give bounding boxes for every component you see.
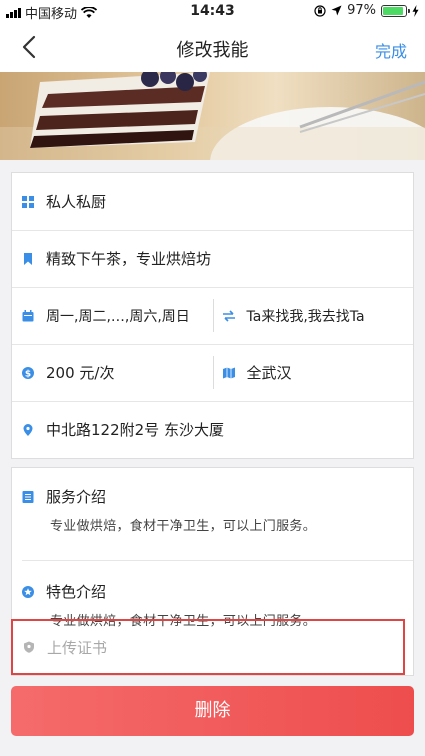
schedule-mode-row: 周一,周二,…,周六,周日 Ta来找我,我去找Ta	[12, 287, 413, 344]
category-text: 私人私厨	[46, 193, 107, 211]
mode-text: Ta来找我,我去找Ta	[246, 308, 365, 325]
battery-icon	[381, 4, 410, 17]
star-icon	[22, 585, 34, 598]
battery-percent: 97%	[347, 3, 376, 18]
schedule-text: 周一,周二,…,周六,周日	[46, 308, 190, 325]
grid-icon	[22, 195, 34, 208]
page-title: 修改我能	[176, 40, 249, 61]
area-text: 全武汉	[246, 364, 292, 382]
status-right: 97%	[314, 3, 419, 18]
nav-bar: 修改我能 完成	[0, 22, 425, 72]
feature-intro-title: 特色介绍	[46, 583, 107, 601]
tagline-text: 精致下午茶，专业烘焙坊	[46, 250, 212, 268]
schedule-cell[interactable]: 周一,周二,…,周六,周日	[12, 287, 213, 344]
bookmark-icon	[24, 252, 32, 265]
address-text: 中北路122附2号 东沙大厦	[46, 421, 224, 439]
delete-button[interactable]: 删除	[11, 686, 414, 736]
area-cell[interactable]: 全武汉	[212, 344, 414, 401]
exchange-icon	[222, 309, 235, 322]
service-intro-desc: 专业做烘焙，食材干净卫生，可以上门服务。	[50, 519, 317, 534]
map-icon	[222, 367, 235, 378]
info-card: 私人私厨 精致下午茶，专业烘焙坊 周一,周二,…,周六,周日 Ta来找我,我去找…	[11, 172, 414, 459]
location-pin-icon	[23, 423, 33, 436]
svg-text:$: $	[25, 369, 31, 379]
upload-certificate-label: 上传证书	[47, 638, 108, 657]
cover-image[interactable]	[0, 72, 425, 160]
feature-intro-header: 特色介绍	[12, 581, 413, 602]
upload-certificate-button[interactable]: 上传证书	[11, 619, 405, 675]
price-cell[interactable]: $ 200 元/次	[12, 344, 213, 401]
status-bar: 中国移动 14:43 97%	[0, 0, 425, 22]
address-row[interactable]: 中北路122附2号 东沙大厦	[12, 401, 413, 458]
list-icon	[22, 490, 34, 503]
charging-icon	[412, 4, 419, 17]
done-button[interactable]: 完成	[375, 38, 407, 62]
location-icon	[331, 5, 342, 16]
price-area-row: $ 200 元/次 全武汉	[12, 344, 413, 401]
price-text: 200 元/次	[46, 364, 115, 382]
service-intro-header: 服务介绍	[12, 486, 413, 507]
price-icon: $	[22, 366, 34, 379]
cake-photo	[0, 72, 425, 160]
category-row[interactable]: 私人私厨	[12, 173, 413, 230]
shield-icon	[24, 641, 34, 653]
service-intro-title: 服务介绍	[46, 488, 107, 506]
service-intro-section[interactable]: 服务介绍 专业做烘焙，食材干净卫生，可以上门服务。	[12, 468, 413, 542]
calendar-icon	[22, 309, 34, 321]
mode-cell[interactable]: Ta来找我,我去找Ta	[212, 287, 414, 344]
tagline-row[interactable]: 精致下午茶，专业烘焙坊	[12, 230, 413, 287]
orientation-lock-icon	[314, 4, 326, 17]
